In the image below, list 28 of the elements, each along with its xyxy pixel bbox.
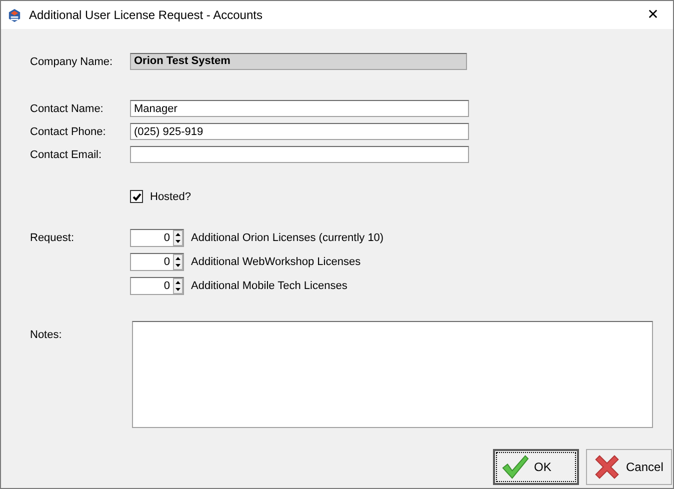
cancel-button[interactable]: Cancel [586,449,672,485]
app-logo-icon [8,8,21,22]
field-label: Contact Name: [30,102,104,114]
field-label: Notes: [30,329,63,341]
checkbox[interactable] [130,190,143,203]
input-field[interactable] [130,146,469,163]
spinner-arrows-icon[interactable] [173,254,183,270]
field-label: Request: [30,232,76,244]
number-spinner[interactable]: 0 [130,253,184,271]
checkbox-label: Hosted? [150,190,191,202]
input-field[interactable]: (025) 925-919 [130,123,469,140]
license-label: Additional Mobile Tech Licenses [191,280,348,292]
number-spinner[interactable]: 0 [130,277,184,295]
input-field[interactable]: Manager [130,100,469,117]
license-label: Additional Orion Licenses (currently 10) [191,232,384,244]
window-title: Additional User License Request - Accounts [29,8,264,22]
field-label: Contact Phone: [30,126,107,138]
spinner-arrows-icon[interactable] [173,278,183,294]
notes-field[interactable] [132,321,653,428]
number-spinner[interactable]: 0 [130,229,184,247]
ok-button[interactable]: OK [493,449,579,485]
checkmark-icon [500,453,530,481]
spinner-arrows-icon[interactable] [173,230,183,246]
company-name-field: Orion Test System [130,53,467,70]
field-label: Company Name: [30,56,114,68]
close-button[interactable]: ✕ [633,1,673,29]
license-label: Additional WebWorkshop Licenses [191,256,361,268]
field-label: Contact Email: [30,148,103,160]
